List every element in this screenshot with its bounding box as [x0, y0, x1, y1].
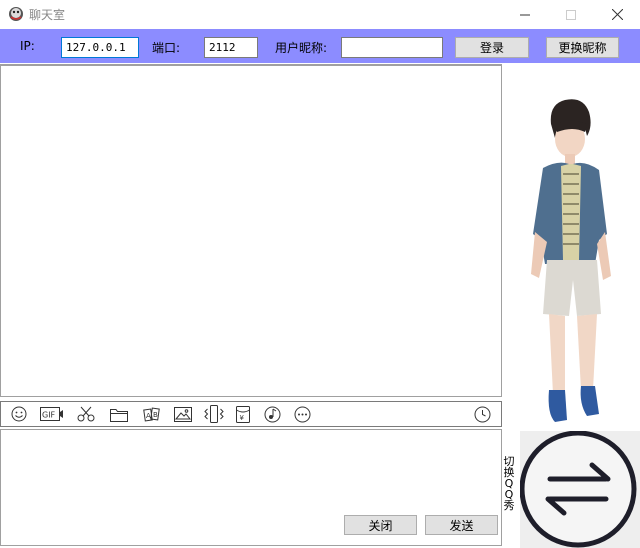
- svg-text:A: A: [146, 412, 151, 420]
- close-window-button[interactable]: [594, 0, 640, 29]
- minimize-button[interactable]: [502, 0, 548, 29]
- qq-show-avatar: [531, 99, 611, 422]
- close-icon: [611, 9, 623, 20]
- maximize-button[interactable]: [548, 0, 594, 29]
- maximize-icon: [566, 9, 576, 20]
- title-bar: 聊天室: [0, 0, 640, 29]
- port-label: 端口:: [152, 41, 181, 55]
- switch-label-char: 秀: [503, 499, 515, 512]
- shake-icon[interactable]: [203, 404, 225, 424]
- music-icon[interactable]: [261, 404, 283, 424]
- login-button[interactable]: 登录: [455, 37, 529, 58]
- change-nickname-button[interactable]: 更换昵称: [546, 37, 619, 58]
- send-button[interactable]: 发送: [425, 515, 498, 535]
- svg-text:B: B: [153, 411, 158, 419]
- connection-toolbar: IP: 127.0.0.1 端口: 2112 用户昵称: 登录 更换昵称: [0, 29, 640, 63]
- image-icon[interactable]: [172, 404, 194, 424]
- red-packet-icon[interactable]: ¥: [232, 404, 254, 424]
- close-button[interactable]: 关闭: [344, 515, 417, 535]
- ip-input[interactable]: 127.0.0.1: [61, 37, 139, 58]
- folder-icon[interactable]: [108, 404, 130, 424]
- nickname-label: 用户昵称:: [275, 41, 328, 55]
- scissors-icon[interactable]: [75, 404, 97, 424]
- switch-qq-show-button[interactable]: [519, 430, 640, 548]
- history-clock-icon[interactable]: [471, 404, 493, 424]
- message-display[interactable]: [0, 64, 502, 397]
- nickname-input[interactable]: [341, 37, 443, 58]
- svg-text:GIF: GIF: [42, 411, 56, 420]
- port-input[interactable]: 2112: [204, 37, 258, 58]
- window-title: 聊天室: [29, 8, 66, 22]
- input-toolbar: GIF AB ¥: [0, 401, 502, 427]
- message-input[interactable]: 关闭 发送: [0, 429, 502, 546]
- app-icon: [9, 7, 23, 21]
- qq-show-panel: [503, 64, 640, 430]
- switch-qq-show-label: 切 换 Q Q 秀: [502, 456, 516, 511]
- magic-font-icon[interactable]: AB: [141, 404, 163, 424]
- more-icon[interactable]: [291, 404, 313, 424]
- gif-icon[interactable]: GIF: [39, 404, 65, 424]
- smile-icon[interactable]: [8, 404, 30, 424]
- svg-text:¥: ¥: [240, 414, 245, 422]
- minimize-icon: [520, 14, 530, 15]
- ip-label: IP:: [20, 39, 35, 53]
- switch-arrows-icon: [519, 430, 637, 548]
